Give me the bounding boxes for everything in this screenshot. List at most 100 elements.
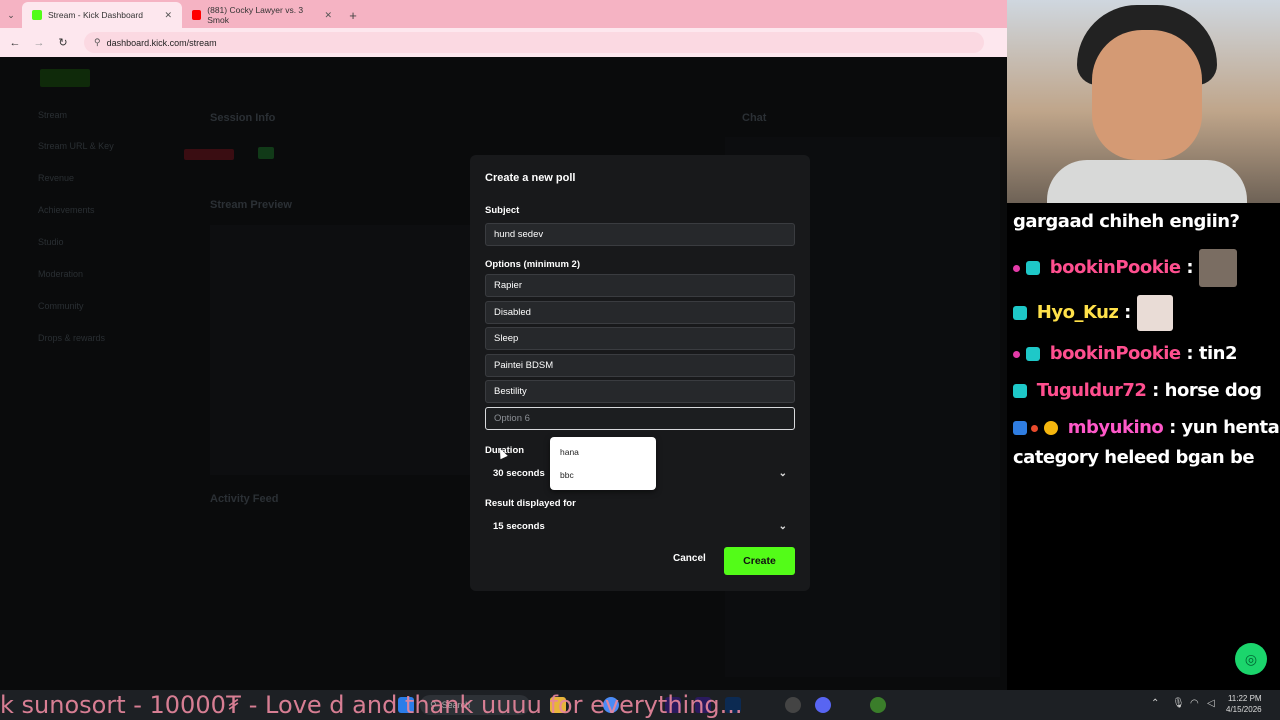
og-badge-icon — [1013, 306, 1027, 320]
reload-icon[interactable]: ↻ — [56, 36, 70, 49]
site-info-icon[interactable]: ⚲ — [94, 37, 101, 48]
autocomplete-item-hana[interactable]: hana — [560, 447, 579, 457]
tab-kick-dashboard[interactable]: Stream - Kick Dashboard ✕ — [22, 2, 182, 28]
chat-text: : tin2 — [1186, 343, 1237, 364]
microphone-icon[interactable]: 🎙 — [1172, 698, 1185, 709]
browser-tab-bar: ⌄ Stream - Kick Dashboard ✕ (881) Cocky … — [0, 0, 1007, 28]
kick-logo — [40, 69, 90, 87]
create-poll-dialog: Create a new poll Subject hund sedev Opt… — [470, 155, 810, 591]
close-icon[interactable]: ✕ — [324, 10, 332, 21]
discord-icon[interactable] — [815, 697, 831, 713]
option-2-input[interactable]: Disabled — [485, 301, 795, 324]
url-text: dashboard.kick.com/stream — [106, 37, 217, 48]
chat-message: mbyukino : yun hentai — [1013, 417, 1280, 438]
create-button[interactable]: Create — [724, 547, 795, 575]
autocomplete-dropdown: hana bbc — [550, 437, 656, 490]
chat-message: gargaad chiheh engiin? — [1013, 211, 1240, 232]
og-badge-icon — [1026, 347, 1040, 361]
sidebar-item-achievements[interactable]: Achievements — [38, 205, 95, 215]
stream-chat-overlay: gargaad chiheh engiin? bookinPookie : Hy… — [1007, 203, 1280, 690]
dialog-title: Create a new poll — [485, 172, 576, 184]
youtube-favicon-icon — [192, 10, 202, 20]
chat-username: mbyukino — [1067, 417, 1164, 438]
result-duration-value: 15 seconds — [493, 520, 545, 532]
status-indicator — [258, 147, 274, 159]
option-3-input[interactable]: Sleep — [485, 327, 795, 350]
sidebar-item-moderation[interactable]: Moderation — [38, 269, 83, 279]
clock-date: 4/15/2026 — [1226, 705, 1262, 714]
option-6-input[interactable]: Option 6 — [485, 407, 795, 430]
options-label: Options (minimum 2) — [485, 259, 580, 270]
sidebar-item-community[interactable]: Community — [38, 301, 84, 311]
webcam-person-shirt — [1047, 160, 1247, 203]
duration-value: 30 seconds — [493, 467, 545, 479]
emote-image — [1136, 295, 1173, 331]
back-arrow-icon[interactable]: ← — [8, 37, 22, 49]
address-bar-row: ← → ↻ ⚲ dashboard.kick.com/stream — [0, 28, 1007, 57]
autocomplete-item-bbc[interactable]: bbc — [560, 470, 574, 480]
chat-message: bookinPookie : — [1013, 249, 1237, 287]
option-1-input[interactable]: Rapier — [485, 274, 795, 297]
url-field[interactable]: ⚲ dashboard.kick.com/stream — [84, 32, 984, 53]
chevron-up-icon[interactable]: ⌃ — [1151, 698, 1159, 709]
option-4-input[interactable]: Paintei BDSM — [485, 354, 795, 377]
sidebar-item-studio[interactable]: Studio — [38, 237, 64, 247]
chat-message: bookinPookie : tin2 — [1013, 343, 1237, 364]
chat-username: bookinPookie — [1049, 257, 1181, 278]
result-displayed-label: Result displayed for — [485, 498, 576, 509]
clock-time: 11:22 PM — [1227, 694, 1262, 703]
app-icon[interactable] — [870, 697, 886, 713]
chat-username: Tuguldur72 — [1036, 380, 1147, 401]
tab-title: Stream - Kick Dashboard — [48, 10, 143, 20]
og-badge-icon — [1013, 384, 1027, 398]
wifi-icon[interactable]: ◠ — [1190, 698, 1199, 709]
gifter-badge-icon — [1044, 421, 1058, 435]
volume-icon[interactable]: ◁ — [1207, 698, 1215, 709]
option-5-input[interactable]: Bestility — [485, 380, 795, 403]
chat-text: : yun hentai — [1169, 417, 1280, 438]
chat-text: gargaad chiheh engiin? — [1013, 211, 1240, 232]
donation-ticker: k sunosort - 10000₮ - Love d and thank u… — [0, 691, 743, 719]
chat-text: : — [1124, 302, 1131, 323]
chat-username: Hyo_Kuz — [1036, 302, 1119, 323]
cancel-button[interactable]: Cancel — [673, 553, 706, 564]
tab-youtube[interactable]: (881) Cocky Lawyer vs. 3 Smok ✕ — [182, 2, 342, 28]
screen: ⌄ Stream - Kick Dashboard ✕ (881) Cocky … — [0, 0, 1280, 720]
sub-badge-icon — [1013, 350, 1020, 358]
obs-icon[interactable] — [785, 697, 801, 713]
sidebar-item-drops-rewards[interactable]: Drops & rewards — [38, 333, 105, 343]
subject-input[interactable]: hund sedev — [485, 223, 795, 246]
chat-message: category heleed bgan be — [1013, 447, 1255, 468]
chat-message: Hyo_Kuz : — [1013, 295, 1173, 331]
session-info-title: Session Info — [210, 112, 276, 124]
activity-feed-title: Activity Feed — [210, 493, 279, 505]
chat-panel-title: Chat — [742, 112, 767, 124]
sidebar-item-stream-url-key[interactable]: Stream URL & Key — [38, 141, 114, 151]
subject-label: Subject — [485, 205, 520, 216]
new-tab-plus-icon[interactable]: + — [342, 2, 364, 28]
og-badge-icon — [1026, 261, 1040, 275]
webcam-feed — [1007, 0, 1280, 203]
chat-text: : — [1186, 257, 1194, 278]
forward-arrow-icon[interactable]: → — [32, 37, 46, 49]
chat-username: bookinPookie — [1049, 343, 1181, 364]
close-icon[interactable]: ✕ — [164, 10, 172, 21]
webcam-person-face — [1092, 30, 1202, 160]
kick-favicon-icon — [32, 10, 42, 20]
result-duration-select[interactable]: 15 seconds ⌄ — [485, 514, 795, 538]
tab-list-chevron-icon[interactable]: ⌄ — [0, 2, 22, 28]
support-chat-icon[interactable]: ◎ — [1235, 643, 1267, 675]
stream-preview-title: Stream Preview — [210, 199, 292, 211]
moderator-badge-icon — [1013, 421, 1027, 435]
chevron-down-icon: ⌄ — [778, 520, 787, 532]
chat-text: : horse dog — [1152, 380, 1262, 401]
sidebar-item-stream[interactable]: Stream — [38, 110, 67, 120]
emote-image — [1198, 249, 1237, 287]
tab-title: (881) Cocky Lawyer vs. 3 Smok — [207, 5, 304, 25]
sub-badge-icon — [1031, 424, 1038, 432]
sidebar-item-revenue[interactable]: Revenue — [38, 173, 74, 183]
system-clock[interactable]: 11:22 PM 4/15/2026 — [1226, 693, 1262, 715]
chat-message: Tuguldur72 : horse dog — [1013, 380, 1262, 401]
chevron-down-icon: ⌄ — [778, 467, 787, 479]
chat-text: category heleed bgan be — [1013, 447, 1255, 468]
